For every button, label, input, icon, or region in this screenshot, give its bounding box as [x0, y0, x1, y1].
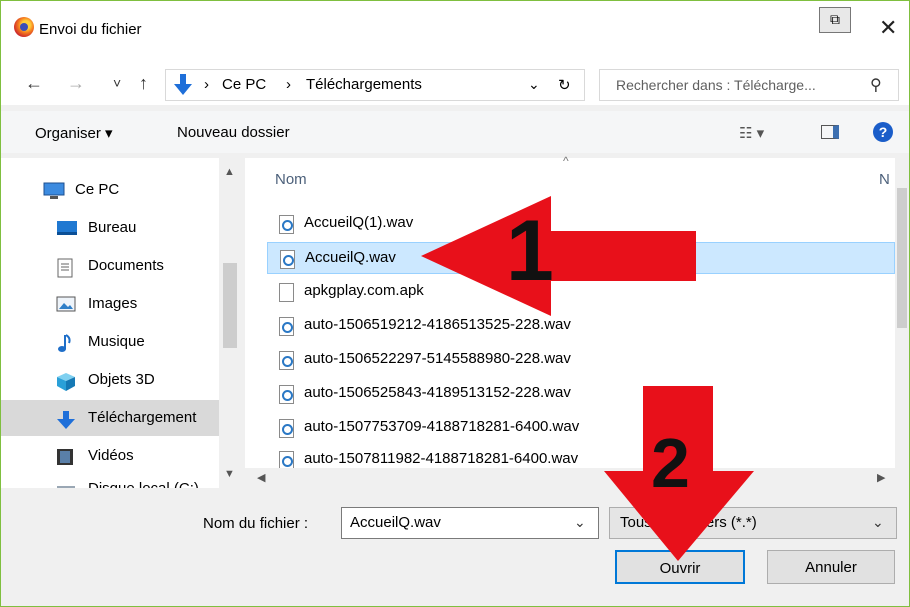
file-name: auto-1506522297-5145588980-228.wav: [304, 350, 571, 367]
file-name: apkgplay.com.apk: [304, 282, 424, 299]
sidebar-item-label: Objets 3D: [88, 371, 155, 388]
sidebar-item-objets-3d[interactable]: Objets 3D: [1, 362, 219, 398]
annotation-arrow-1: [421, 196, 696, 316]
sidebar-item-label: Musique: [88, 333, 145, 350]
file-list-horizontal-scrollbar[interactable]: ◀ ▶: [245, 468, 909, 488]
address-dropdown-icon[interactable]: ⌄: [528, 76, 540, 93]
scroll-thumb[interactable]: [897, 188, 907, 328]
generic-file-icon: [279, 283, 294, 302]
pc-icon: [43, 182, 65, 199]
documents-icon: [56, 258, 76, 278]
forward-button[interactable]: →: [67, 73, 85, 94]
sort-indicator-icon: ^: [563, 154, 569, 168]
downloads-icon: [56, 410, 76, 429]
window-title: Envoi du fichier: [39, 21, 142, 38]
file-name: auto-1507811982-4188718281-6400.wav: [304, 450, 579, 467]
sidebar-item-bureau[interactable]: Bureau: [1, 210, 219, 246]
chevron-down-icon[interactable]: ⌄: [872, 514, 884, 531]
scroll-thumb[interactable]: [223, 263, 237, 348]
sidebar-item-label: Ce PC: [75, 181, 120, 198]
restore-button[interactable]: ⧉: [819, 7, 851, 33]
file-name: AccueilQ.wav: [305, 249, 396, 266]
audio-file-icon: [279, 451, 294, 468]
sidebar-item-videos[interactable]: Vidéos: [1, 438, 219, 474]
images-icon: [56, 296, 76, 312]
filename-combobox[interactable]: AccueilQ.wav ⌄: [341, 507, 599, 539]
audio-file-icon: [279, 351, 294, 370]
file-list-scrollbar[interactable]: [895, 158, 909, 468]
title-bar: Envoi du fichier ⧉ ✕: [1, 1, 909, 61]
sidebar-item-musique[interactable]: Musique: [1, 324, 219, 360]
breadcrumb-separator: ›: [286, 76, 291, 93]
file-name: auto-1507753709-4188718281-6400.wav: [304, 418, 580, 435]
new-folder-button[interactable]: Nouveau dossier: [177, 124, 290, 141]
sidebar-item-ce-pc[interactable]: Ce PC: [1, 172, 219, 208]
back-button[interactable]: ←: [25, 73, 43, 94]
audio-file-icon: [279, 215, 294, 234]
music-icon: [56, 334, 76, 352]
column-header-next[interactable]: N: [879, 171, 890, 188]
file-row[interactable]: auto-1507811982-4188718281-6400.wav: [267, 444, 895, 468]
navigation-bar: ← → ˅ ↑ › Ce PC › Téléchargements ⌄ ↻ Re…: [1, 61, 909, 105]
audio-file-icon: [279, 419, 294, 438]
cancel-button[interactable]: Annuler: [767, 550, 895, 584]
breadcrumb-ce-pc[interactable]: Ce PC: [222, 76, 266, 93]
navigation-pane: Ce PC Bureau Documents Images Musique Ob…: [1, 158, 241, 488]
column-header-name[interactable]: Nom: [275, 171, 307, 188]
recent-locations-button[interactable]: ˅: [113, 75, 121, 91]
3d-objects-icon: [56, 372, 76, 391]
sidebar-item-documents[interactable]: Documents: [1, 248, 219, 284]
file-name: AccueilQ(1).wav: [304, 214, 414, 231]
preview-pane-icon[interactable]: [821, 125, 839, 139]
scroll-down-icon[interactable]: ▼: [224, 468, 235, 480]
search-box[interactable]: Rechercher dans : Télécharge... ⚲: [599, 69, 899, 101]
step-1-label: 1: [506, 203, 554, 299]
sidebar-item-disque-local[interactable]: Disque local (C:): [1, 476, 219, 488]
breadcrumb-telechargements[interactable]: Téléchargements: [306, 76, 422, 93]
up-button[interactable]: ↑: [139, 73, 148, 94]
sidebar-item-label: Bureau: [88, 219, 137, 236]
search-input[interactable]: Rechercher dans : Télécharge...: [616, 77, 816, 93]
scroll-right-icon[interactable]: ▶: [877, 471, 885, 484]
sidebar-item-label: Documents: [88, 257, 164, 274]
dialog-footer: Nom du fichier : AccueilQ.wav ⌄ Tous les…: [1, 493, 909, 606]
videos-icon: [56, 448, 76, 465]
firefox-icon: [14, 17, 34, 37]
navigation-scrollbar[interactable]: ▲ ▼: [219, 158, 241, 488]
sidebar-item-images[interactable]: Images: [1, 286, 219, 322]
sidebar-item-label: Images: [88, 295, 138, 312]
help-icon[interactable]: ?: [873, 122, 893, 142]
filename-input[interactable]: AccueilQ.wav: [350, 514, 441, 531]
view-options-button[interactable]: ☷ ▾: [739, 124, 764, 142]
audio-file-icon: [279, 385, 294, 404]
address-bar[interactable]: › Ce PC › Téléchargements ⌄ ↻: [165, 69, 585, 101]
disk-icon: [56, 482, 76, 488]
chevron-down-icon[interactable]: ⌄: [574, 514, 586, 531]
search-icon[interactable]: ⚲: [870, 75, 882, 95]
sidebar-item-label: Vidéos: [88, 447, 134, 464]
refresh-icon[interactable]: ↻: [558, 76, 571, 94]
file-row[interactable]: auto-1506525843-4189513152-228.wav: [267, 378, 895, 410]
close-button[interactable]: ✕: [879, 15, 897, 41]
breadcrumb-separator: ›: [204, 76, 209, 93]
file-row[interactable]: auto-1506522297-5145588980-228.wav: [267, 344, 895, 376]
organize-button[interactable]: Organiser ▾: [35, 124, 113, 142]
sidebar-item-label: Disque local (C:): [88, 480, 199, 488]
step-2-label: 2: [651, 424, 690, 502]
file-row[interactable]: auto-1507753709-4188718281-6400.wav: [267, 412, 895, 444]
audio-file-icon: [279, 317, 294, 336]
scroll-left-icon[interactable]: ◀: [257, 471, 265, 484]
file-open-dialog: Envoi du fichier ⧉ ✕ ← → ˅ ↑ › Ce PC › T…: [0, 0, 910, 607]
file-name: auto-1506525843-4189513152-228.wav: [304, 384, 571, 401]
command-bar: Organiser ▾ Nouveau dossier ☷ ▾ ?: [1, 111, 909, 153]
filename-label: Nom du fichier :: [203, 515, 309, 532]
downloads-icon: [174, 74, 192, 95]
sidebar-item-telechargements[interactable]: Téléchargement: [1, 400, 219, 436]
scroll-up-icon[interactable]: ▲: [224, 166, 235, 178]
audio-file-icon: [280, 250, 295, 269]
desktop-icon: [56, 220, 77, 236]
sidebar-item-label: Téléchargement: [88, 409, 197, 426]
